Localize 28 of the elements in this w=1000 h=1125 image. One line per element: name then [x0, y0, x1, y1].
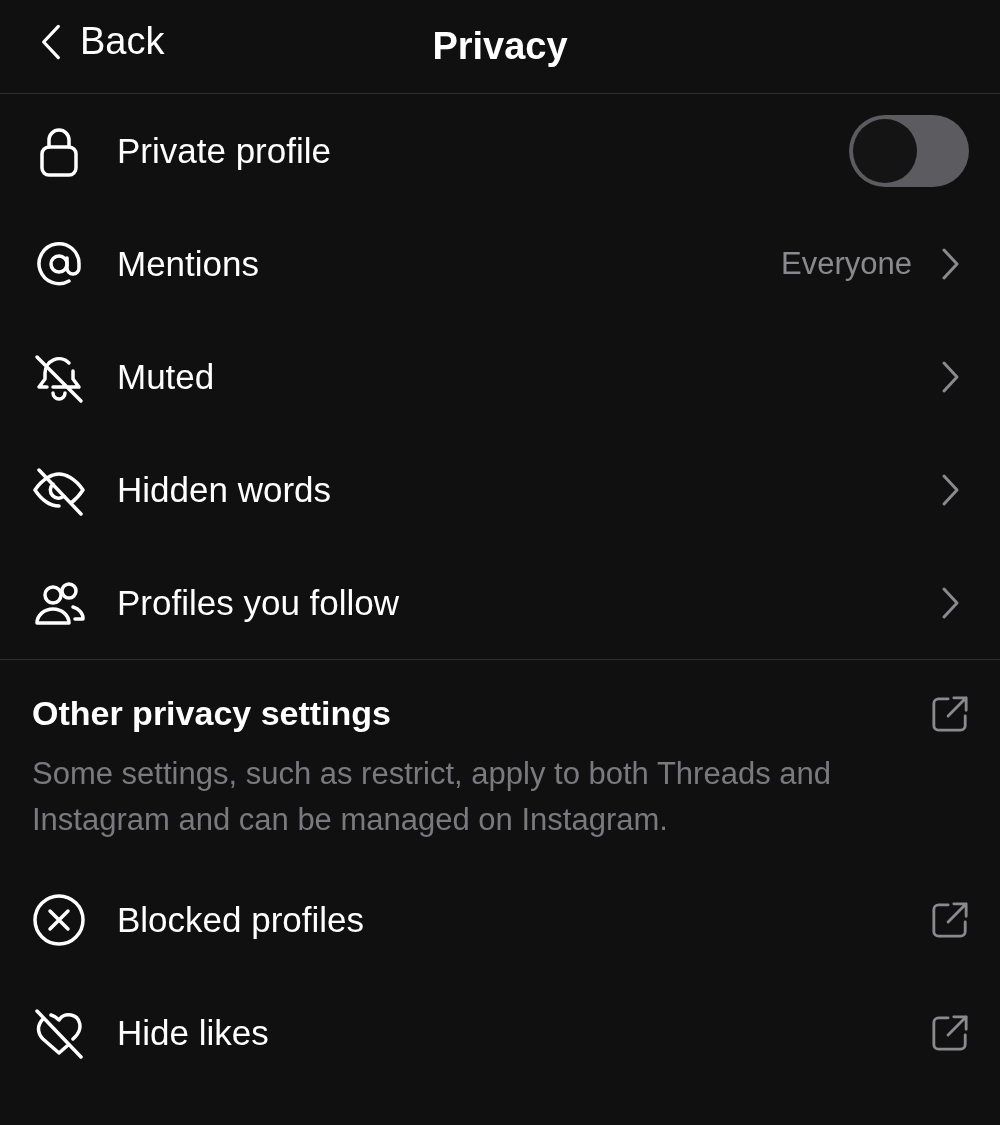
external-link-icon — [931, 1013, 969, 1052]
blocked-circle-icon — [31, 891, 87, 948]
row-label: Hide likes — [117, 1012, 269, 1053]
settings-row[interactable]: Hide likes — [0, 976, 1000, 1089]
external-link-icon[interactable] — [931, 694, 969, 733]
row-label: Hidden words — [117, 469, 331, 510]
section-title: Other privacy settings — [32, 694, 391, 733]
page-title: Privacy — [432, 25, 568, 68]
settings-row[interactable]: Mentions Everyone — [0, 207, 1000, 320]
row-label: Profiles you follow — [117, 582, 400, 623]
back-chevron-icon — [40, 22, 62, 61]
row-label: Private profile — [117, 130, 331, 171]
toggle-row[interactable]: Private profile — [0, 94, 1000, 207]
chevron-right-icon — [940, 472, 960, 507]
chevron-right-icon — [940, 246, 960, 281]
chevron-right-icon — [940, 585, 960, 620]
row-label: Muted — [117, 356, 215, 397]
section-description: Some settings, such as restrict, apply to both Threads and Instagram and can be managed on Instagram. — [32, 755, 832, 839]
back-button[interactable]: Back — [40, 20, 165, 63]
row-value: Everyone — [781, 245, 912, 282]
settings-row[interactable]: Profiles you follow — [0, 546, 1000, 659]
row-label: Mentions — [117, 243, 260, 284]
settings-row[interactable]: Muted — [0, 320, 1000, 433]
row-label: Blocked profiles — [117, 899, 365, 940]
chevron-right-icon — [940, 359, 960, 394]
settings-row[interactable]: Blocked profiles — [0, 863, 1000, 976]
settings-row[interactable]: Hidden words — [0, 433, 1000, 546]
external-link-icon — [931, 900, 969, 939]
